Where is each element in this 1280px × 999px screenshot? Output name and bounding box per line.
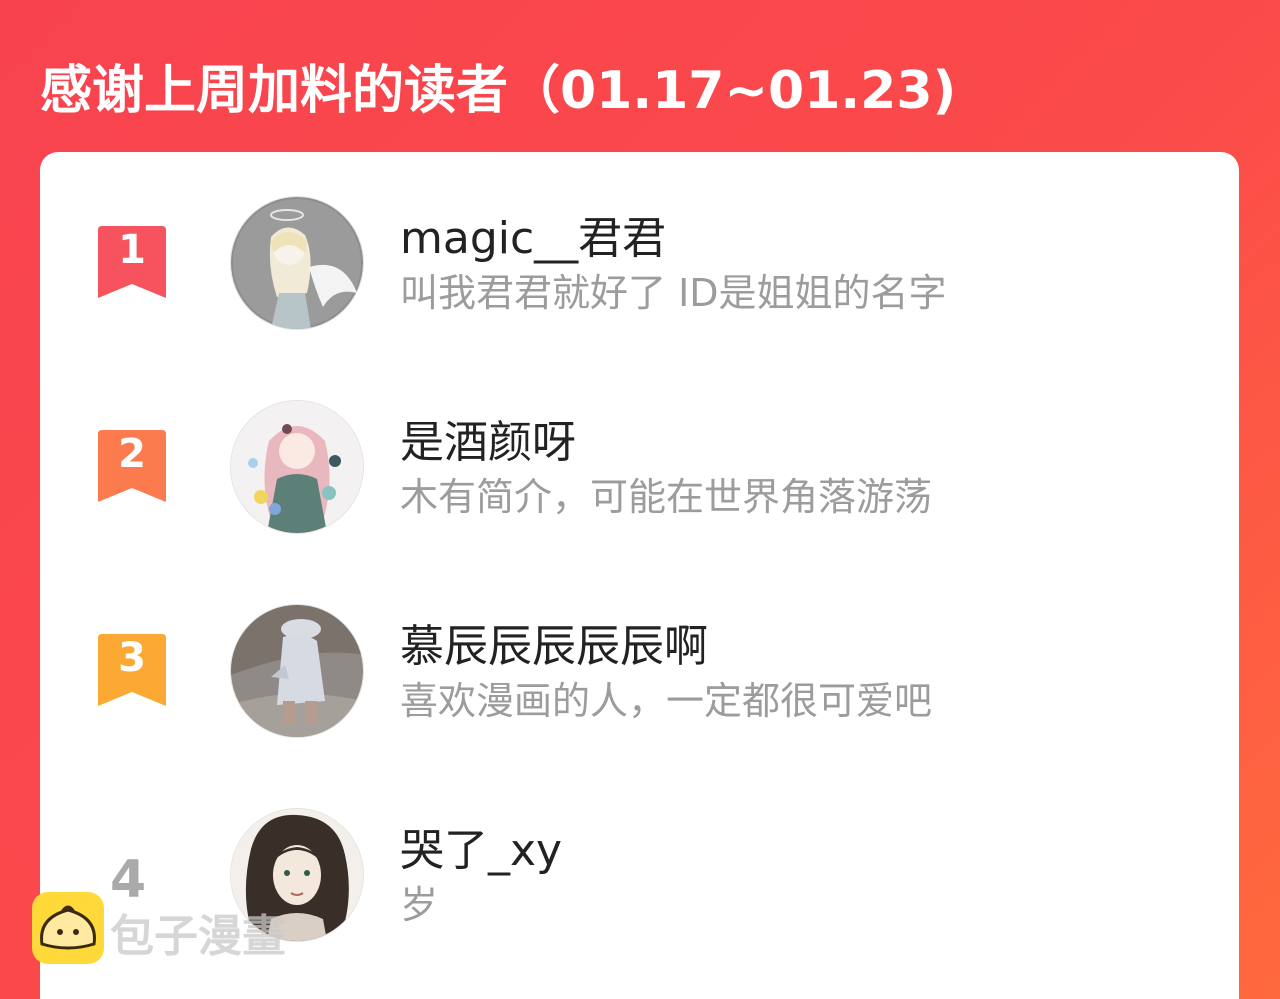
avatar[interactable]	[230, 196, 364, 330]
reader-name[interactable]: 是酒颜呀	[400, 406, 576, 470]
reader-name[interactable]: 哭了_xy	[400, 814, 562, 878]
avatar[interactable]	[230, 400, 364, 534]
rank-badge: 3	[98, 634, 166, 706]
reader-name[interactable]: magic__君君	[400, 202, 666, 266]
reader-name[interactable]: 慕辰辰辰辰辰啊	[400, 610, 708, 674]
reader-row-2[interactable]: 2 是酒颜呀 木有简介，可能在世界角落游荡	[40, 398, 1239, 538]
rank-number: 3	[118, 635, 146, 681]
page-title: 感谢上周加料的读者（01.17~01.23)	[40, 61, 957, 121]
watermark: 包子漫畫	[32, 892, 322, 968]
rank-badge: 2	[98, 430, 166, 502]
watermark-text: 包子漫畫	[110, 911, 286, 962]
reader-row-1[interactable]: 1 magic__君君 叫我君君就好了 ID是姐姐的名字	[40, 194, 1239, 334]
reader-bio: 岁	[400, 883, 439, 927]
reader-list-card: 1 magic__君君 叫我君君就好了 ID是姐姐的名字 2 是酒颜呀 木有简介…	[40, 152, 1239, 999]
anime-girl-flowers-avatar-icon	[231, 401, 363, 533]
rank-badge: 1	[98, 226, 166, 298]
rank-number: 2	[118, 431, 146, 477]
reader-bio: 木有简介，可能在世界角落游荡	[400, 475, 933, 519]
reader-row-3[interactable]: 3 慕辰辰辰辰辰啊 喜欢漫画的人，一定都很可爱吧	[40, 602, 1239, 742]
reader-bio: 叫我君君就好了 ID是姐姐的名字	[400, 271, 947, 315]
anime-angel-avatar-icon	[231, 197, 363, 329]
reader-bio: 喜欢漫画的人，一定都很可爱吧	[400, 679, 933, 723]
bun-icon	[32, 892, 104, 964]
rank-number: 1	[118, 227, 146, 273]
avatar[interactable]	[230, 604, 364, 738]
photo-child-avatar-icon	[231, 605, 363, 737]
